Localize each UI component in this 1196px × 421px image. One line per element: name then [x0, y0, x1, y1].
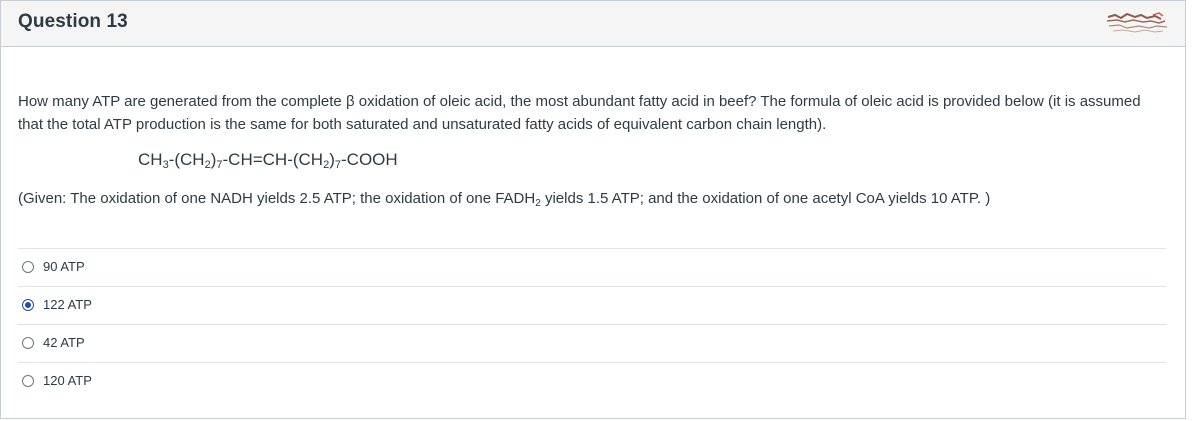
answer-label[interactable]: 122 ATP — [43, 297, 92, 312]
question-text: How many ATP are generated from the comp… — [18, 93, 1141, 133]
answer-label[interactable]: 90 ATP — [43, 259, 85, 274]
question-header: Question 13 — [1, 1, 1185, 47]
answer-option-42[interactable]: 42 ATP — [18, 325, 1166, 363]
formula-part: -(CH — [168, 150, 205, 169]
redacted-scribble-icon — [1106, 12, 1168, 33]
radio-button[interactable] — [22, 261, 34, 273]
given-part: (Given: The oxidation of one NADH yields… — [18, 190, 536, 207]
formula-part: CH — [138, 150, 163, 169]
answer-label[interactable]: 42 ATP — [43, 335, 85, 350]
answer-list: 90 ATP 122 ATP 42 ATP 120 ATP — [18, 248, 1166, 400]
given-note: (Given: The oxidation of one NADH yields… — [18, 190, 991, 209]
answer-label[interactable]: 120 ATP — [43, 373, 92, 388]
oleic-acid-formula: CH3-(CH2)7-CH=CH-(CH2)7-COOH — [138, 150, 398, 171]
radio-button[interactable] — [22, 337, 34, 349]
formula-part: -CH=CH-(CH — [222, 150, 324, 169]
formula-part: -COOH — [341, 150, 398, 169]
answer-option-120[interactable]: 120 ATP — [18, 363, 1166, 400]
radio-button[interactable] — [22, 375, 34, 387]
given-part: yields 1.5 ATP; and the oxidation of one… — [540, 190, 991, 207]
question-card: Question 13 How many ATP are generated f… — [0, 0, 1186, 419]
radio-button-selected[interactable] — [22, 299, 34, 311]
question-title: Question 13 — [18, 11, 128, 32]
answer-option-90[interactable]: 90 ATP — [18, 249, 1166, 287]
answer-option-122[interactable]: 122 ATP — [18, 287, 1166, 325]
